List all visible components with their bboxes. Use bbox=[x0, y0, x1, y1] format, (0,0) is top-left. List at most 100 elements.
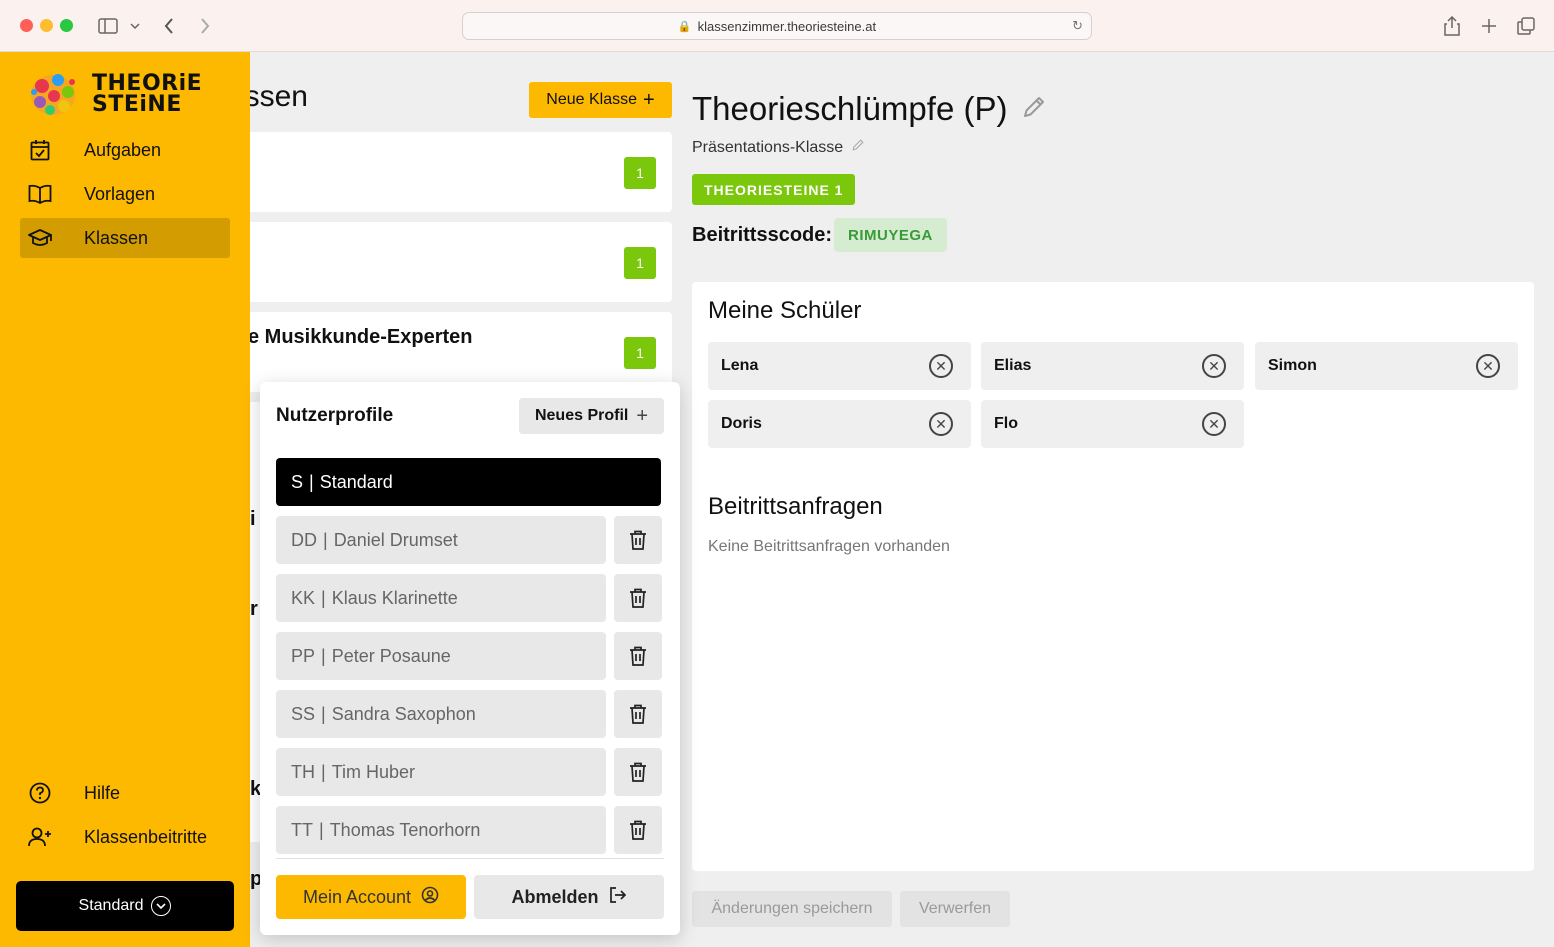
divider bbox=[276, 858, 664, 859]
student-chip: Simon ✕ bbox=[1255, 342, 1518, 390]
profile-item[interactable]: TT | Thomas Tenorhorn bbox=[276, 806, 606, 854]
calendar-icon bbox=[20, 130, 60, 170]
remove-student-icon[interactable]: ✕ bbox=[1476, 354, 1500, 378]
remove-student-icon[interactable]: ✕ bbox=[1202, 412, 1226, 436]
sidebar-item-label: Hilfe bbox=[84, 782, 121, 803]
class-name-fragment: i bbox=[250, 508, 256, 530]
delete-profile-button[interactable] bbox=[614, 690, 662, 738]
url-text: klassenzimmer.theoriesteine.at bbox=[697, 18, 877, 34]
profile-switcher-button[interactable]: Standard bbox=[16, 881, 234, 931]
profile-initials: TT bbox=[291, 819, 313, 840]
sidebar-item-label: Aufgaben bbox=[84, 139, 162, 160]
profile-item-standard[interactable]: S | Standard bbox=[276, 458, 661, 506]
sidebar-toggle-icon[interactable] bbox=[97, 14, 119, 38]
join-code-label: Beitrittsscode: bbox=[692, 224, 833, 246]
profile-item[interactable]: PP | Peter Posaune bbox=[276, 632, 606, 680]
class-count-badge: 1 bbox=[624, 157, 656, 189]
class-card[interactable]: 1 bbox=[250, 132, 672, 212]
remove-student-icon[interactable]: ✕ bbox=[929, 354, 953, 378]
class-count-badge: 1 bbox=[624, 337, 656, 369]
student-name: Elias bbox=[994, 357, 1032, 374]
students-panel: Meine Schüler Lena ✕ Elias ✕ Simon ✕ Dor… bbox=[692, 282, 1534, 871]
delete-profile-button[interactable] bbox=[614, 748, 662, 796]
new-tab-icon[interactable] bbox=[1478, 14, 1500, 38]
profile-name: Klaus Klarinette bbox=[331, 587, 458, 608]
my-account-button[interactable]: Mein Account bbox=[276, 875, 466, 919]
join-code-value[interactable]: RIMUYEGA bbox=[834, 218, 947, 252]
logout-label: Abmelden bbox=[511, 886, 599, 907]
student-chip: Doris ✕ bbox=[708, 400, 971, 448]
new-class-button[interactable]: Neue Klasse + bbox=[529, 82, 672, 118]
chevron-down-icon[interactable] bbox=[128, 14, 142, 38]
sidebar-item-klassenbeitritte[interactable]: Klassenbeitritte bbox=[20, 817, 230, 857]
new-profile-button[interactable]: Neues Profil + bbox=[519, 398, 664, 434]
close-window-button[interactable] bbox=[20, 19, 33, 32]
trash-icon bbox=[630, 762, 646, 782]
class-card[interactable]: 1 bbox=[250, 222, 672, 302]
class-level-tag: THEORIESTEINE 1 bbox=[692, 174, 856, 205]
graduation-cap-icon bbox=[20, 218, 60, 258]
sidebar-item-hilfe[interactable]: Hilfe bbox=[20, 773, 230, 813]
class-subtitle-text: Präsentations-Klasse bbox=[692, 138, 844, 156]
back-icon[interactable] bbox=[160, 14, 178, 38]
plus-icon: + bbox=[636, 405, 649, 427]
edit-pencil-icon[interactable] bbox=[1021, 90, 1047, 128]
profile-name: Daniel Drumset bbox=[333, 529, 458, 550]
tab-overview-icon[interactable] bbox=[1515, 14, 1537, 38]
class-card[interactable]: Die Musikkunde-Experten 1 bbox=[250, 312, 672, 392]
student-chip: Flo ✕ bbox=[981, 400, 1244, 448]
delete-profile-button[interactable] bbox=[614, 632, 662, 680]
profile-initials: DD bbox=[291, 529, 317, 550]
profile-item[interactable]: DD | Daniel Drumset bbox=[276, 516, 606, 564]
profile-initials: PP bbox=[291, 645, 316, 666]
plus-icon: + bbox=[643, 89, 655, 111]
student-name: Flo bbox=[994, 415, 1018, 432]
user-circle-icon bbox=[421, 886, 439, 909]
logout-icon bbox=[609, 886, 627, 908]
logout-button[interactable]: Abmelden bbox=[474, 875, 664, 919]
remove-student-icon[interactable]: ✕ bbox=[1202, 354, 1226, 378]
new-class-label: Neue Klasse bbox=[546, 91, 638, 108]
chevron-down-icon bbox=[151, 896, 172, 916]
address-bar[interactable]: 🔒 klassenzimmer.theoriesteine.at ↻ bbox=[462, 12, 1092, 40]
profile-name: Standard bbox=[319, 471, 393, 492]
logo[interactable]: THEORiE STEiNE bbox=[28, 70, 202, 118]
student-chip: Lena ✕ bbox=[708, 342, 971, 390]
delete-profile-button[interactable] bbox=[614, 806, 662, 854]
save-changes-button[interactable]: Änderungen speichern bbox=[692, 891, 892, 927]
profile-initials: S bbox=[291, 471, 304, 492]
share-icon[interactable] bbox=[1441, 14, 1463, 38]
popover-title: Nutzerprofile bbox=[276, 405, 394, 426]
profile-item[interactable]: KK | Klaus Klarinette bbox=[276, 574, 606, 622]
profile-initials: SS bbox=[291, 703, 316, 724]
profile-item[interactable]: SS | Sandra Saxophon bbox=[276, 690, 606, 738]
sidebar-item-vorlagen[interactable]: Vorlagen bbox=[20, 174, 230, 214]
delete-profile-button[interactable] bbox=[614, 516, 662, 564]
discard-button[interactable]: Verwerfen bbox=[900, 891, 1010, 927]
reload-icon[interactable]: ↻ bbox=[1072, 18, 1083, 34]
class-list-title: Klassen bbox=[250, 80, 308, 113]
profile-item[interactable]: TH | Tim Huber bbox=[276, 748, 606, 796]
delete-profile-button[interactable] bbox=[614, 574, 662, 622]
sidebar: THEORiE STEiNE Aufgaben Vorlagen Klassen… bbox=[0, 52, 250, 947]
sidebar-item-label: Klassenbeitritte bbox=[84, 826, 208, 847]
class-subtitle: Präsentations-Klasse bbox=[692, 138, 865, 157]
maximize-window-button[interactable] bbox=[60, 19, 73, 32]
logo-wordmark: THEORiE STEiNE bbox=[92, 73, 202, 116]
sidebar-item-aufgaben[interactable]: Aufgaben bbox=[20, 130, 230, 170]
profile-name: Tim Huber bbox=[331, 761, 416, 782]
edit-pencil-icon[interactable] bbox=[851, 138, 865, 157]
student-name: Lena bbox=[721, 357, 759, 374]
user-profiles-popover: Nutzerprofile Neues Profil + S | Standar… bbox=[260, 382, 680, 935]
class-name-fragment: r bbox=[250, 598, 258, 620]
remove-student-icon[interactable]: ✕ bbox=[929, 412, 953, 436]
sidebar-item-klassen[interactable]: Klassen bbox=[20, 218, 230, 258]
class-name: Die Musikkunde-Experten bbox=[250, 326, 473, 348]
user-plus-icon bbox=[20, 817, 60, 857]
forward-icon[interactable] bbox=[196, 14, 214, 38]
trash-icon bbox=[630, 820, 646, 840]
class-title-text: Theorieschlümpfe (P) bbox=[692, 90, 1008, 127]
profile-name: Peter Posaune bbox=[331, 645, 451, 666]
minimize-window-button[interactable] bbox=[40, 19, 53, 32]
new-profile-label: Neues Profil bbox=[534, 407, 629, 424]
